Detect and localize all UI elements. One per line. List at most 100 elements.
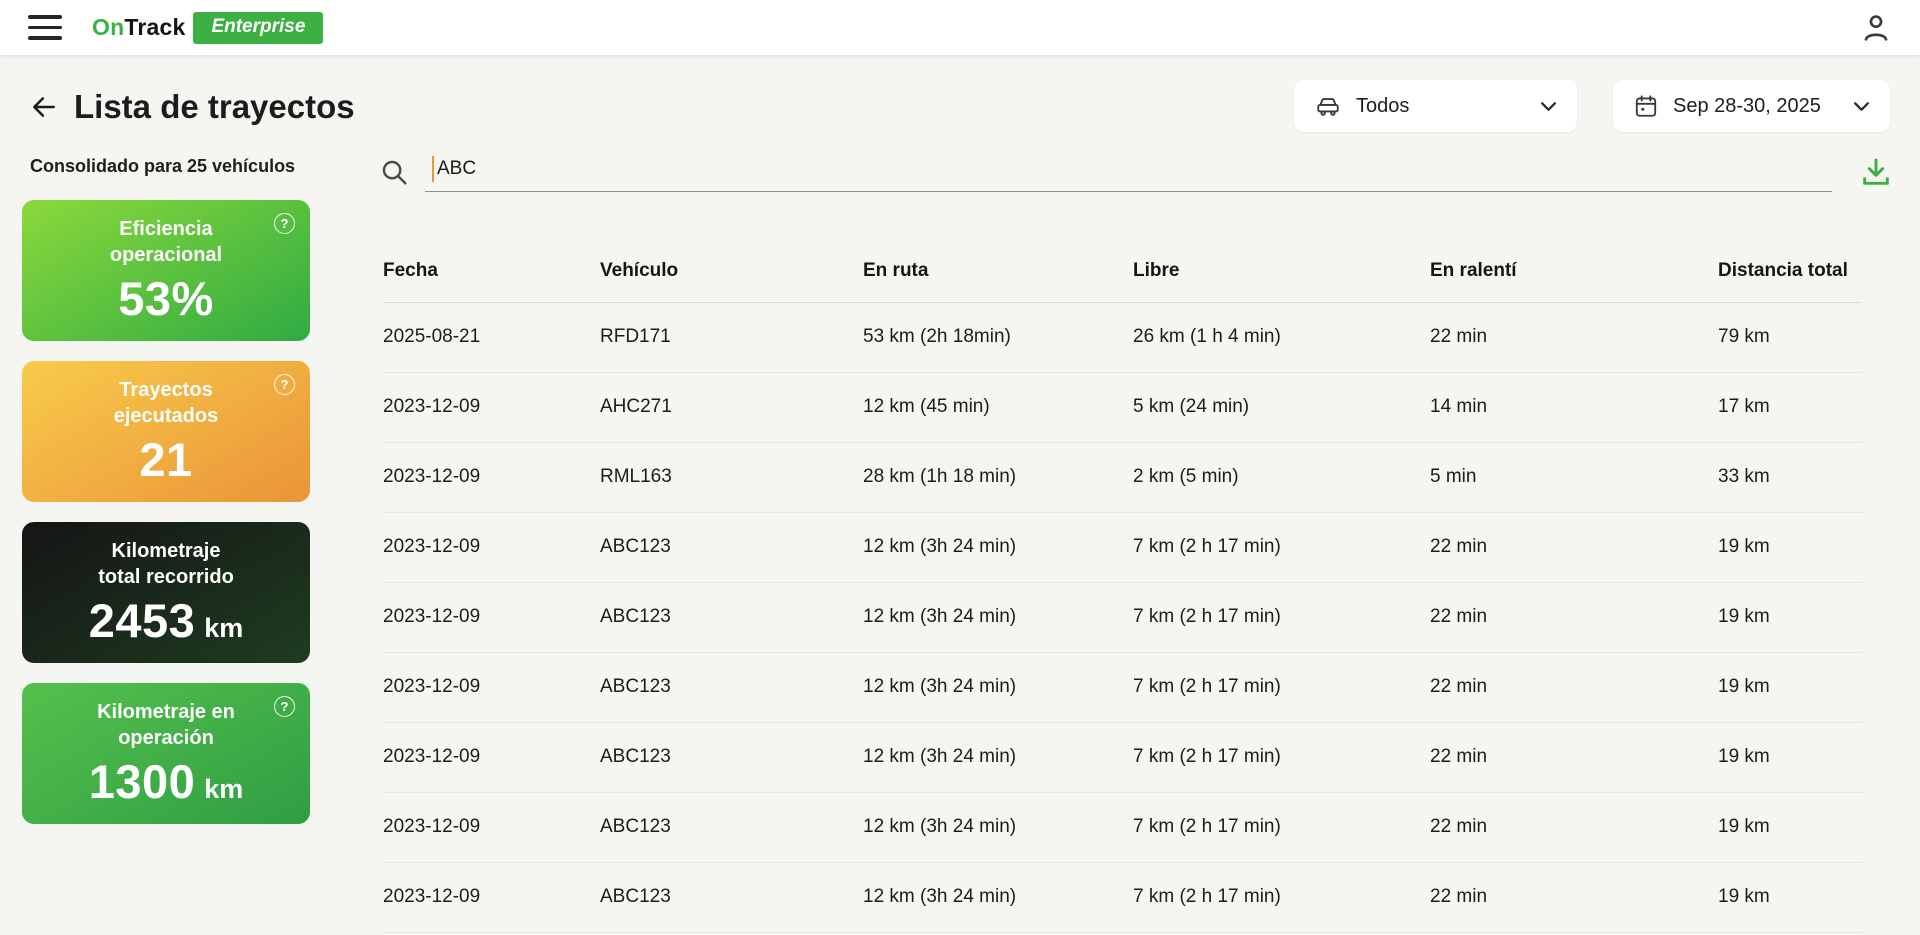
help-icon[interactable]: ? — [274, 696, 295, 717]
table-cell: 19 km — [1718, 792, 1862, 863]
table-row[interactable]: 2025-08-21 RFD171 53 km (2h 18min) 26 km (1… — [383, 302, 1862, 373]
kpi-cards: ? Eficiencia operacional 53% ? Trayectos e… — [22, 200, 310, 824]
kpi-card: Kilometraje total recorrido 2453 km — [22, 522, 310, 663]
kpi-card-unit: km — [204, 613, 244, 644]
search-icon — [379, 157, 409, 187]
search-input-wrap — [425, 152, 1832, 192]
table-cell: RFD171 — [600, 302, 863, 373]
table-cell: 2025-08-21 — [383, 302, 600, 373]
table-cell: 2023-12-09 — [383, 862, 600, 933]
table-cell: 2023-12-09 — [383, 582, 600, 653]
enterprise-badge: Enterprise — [193, 11, 324, 44]
trip-table: Fecha Vehículo En ruta Libre En ralentí … — [383, 240, 1862, 933]
back-button[interactable] — [30, 93, 58, 121]
table-cell: 26 km (1 h 4 min) — [1133, 302, 1430, 373]
table-cell: ABC123 — [600, 862, 863, 933]
kpi-card-title: Kilometraje total recorrido — [98, 539, 234, 588]
table-cell: 12 km (3h 24 min) — [863, 792, 1133, 863]
kpi-card: ? Kilometraje en operación 1300 km — [22, 683, 310, 824]
kpi-card-value: 2453 — [88, 594, 196, 648]
filters: Todos Sep 28-30, 2025 — [1294, 80, 1890, 132]
table-cell: 19 km — [1718, 862, 1862, 933]
kpi-card-title: Kilometraje en operación — [97, 700, 235, 749]
table-row[interactable]: 2023-12-09 ABC123 12 km (3h 24 min) 7 km (2… — [383, 722, 1862, 793]
table-cell: ABC123 — [600, 722, 863, 793]
column-header-en-ruta: En ruta — [863, 240, 1133, 303]
table-cell: 17 km — [1718, 372, 1862, 443]
kpi-card-title: Trayectos ejecutados — [113, 378, 219, 427]
table-row[interactable]: 2023-12-09 AHC271 12 km (45 min) 5 km (24 m… — [383, 372, 1862, 443]
kpi-card-value-row: 2453 km — [89, 593, 244, 648]
table-cell: 19 km — [1718, 652, 1862, 723]
profile-button[interactable] — [1860, 12, 1892, 44]
chevron-down-icon — [1853, 101, 1870, 112]
table-cell: 2023-12-09 — [383, 512, 600, 583]
table-row[interactable]: 2023-12-09 ABC123 12 km (3h 24 min) 7 km (2… — [383, 862, 1862, 933]
vehicle-icon — [1317, 98, 1339, 116]
table-cell: ABC123 — [600, 792, 863, 863]
table-cell: 12 km (3h 24 min) — [863, 512, 1133, 583]
column-header-libre: Libre — [1133, 240, 1430, 303]
table-cell: 5 km (24 min) — [1133, 372, 1430, 443]
kpi-card-value: 53% — [118, 272, 214, 326]
help-icon[interactable]: ? — [274, 213, 295, 234]
table-row[interactable]: 2023-12-09 RML163 28 km (1h 18 min) 2 km (5… — [383, 442, 1862, 513]
date-range-picker[interactable]: Sep 28-30, 2025 — [1613, 80, 1890, 132]
table-cell: 14 min — [1430, 372, 1718, 443]
table-cell: 2023-12-09 — [383, 792, 600, 863]
page-head: Lista de trayectos — [30, 88, 355, 126]
table-cell: 53 km (2h 18min) — [863, 302, 1133, 373]
table-cell: 7 km (2 h 17 min) — [1133, 722, 1430, 793]
table-cell: 12 km (3h 24 min) — [863, 862, 1133, 933]
kpi-card-value-row: 21 — [139, 432, 192, 487]
table-cell: 22 min — [1430, 302, 1718, 373]
column-header-fecha: Fecha — [383, 240, 600, 303]
column-header-vehiculo: Vehículo — [600, 240, 863, 303]
vehicle-filter-label: Todos — [1356, 94, 1410, 117]
table-cell: 22 min — [1430, 722, 1718, 793]
brand-logo: On Track Enterprise — [92, 11, 324, 44]
fleet-summary: Consolidado para 25 vehículos — [30, 156, 296, 176]
table-row[interactable]: 2023-12-09 ABC123 12 km (3h 24 min) 7 km (2… — [383, 512, 1862, 583]
download-button[interactable] — [1860, 156, 1892, 188]
text-caret — [432, 156, 434, 182]
search-row — [379, 152, 1892, 192]
help-icon[interactable]: ? — [274, 374, 295, 395]
calendar-icon — [1635, 95, 1657, 117]
brand-track: Track — [124, 14, 186, 40]
table-row[interactable]: 2023-12-09 ABC123 12 km (3h 24 min) 7 km (2… — [383, 792, 1862, 863]
table-row[interactable]: 2023-12-09 ABC123 12 km (3h 24 min) 7 km (2… — [383, 582, 1862, 653]
table-cell: 12 km (3h 24 min) — [863, 652, 1133, 723]
date-range-label: Sep 28-30, 2025 — [1673, 94, 1821, 117]
table-row[interactable]: 2023-12-09 ABC123 12 km (3h 24 min) 7 km (2… — [383, 652, 1862, 723]
column-header-en-ralenti: En ralentí — [1430, 240, 1718, 303]
table-header-row: Fecha Vehículo En ruta Libre En ralentí … — [383, 240, 1862, 303]
table-cell: 22 min — [1430, 512, 1718, 583]
table-cell: 22 min — [1430, 582, 1718, 653]
back-arrow-icon — [33, 97, 55, 117]
table-cell: 28 km (1h 18 min) — [863, 442, 1133, 513]
table-cell: ABC123 — [600, 652, 863, 723]
search-input[interactable] — [425, 152, 1832, 192]
kpi-card-value-row: 53% — [118, 271, 214, 326]
table-cell: 22 min — [1430, 862, 1718, 933]
table-cell: 7 km (2 h 17 min) — [1133, 862, 1430, 933]
kpi-card-unit: km — [204, 774, 244, 805]
table-cell: AHC271 — [600, 372, 863, 443]
brand-on: On — [92, 14, 125, 40]
table-cell: 33 km — [1718, 442, 1862, 513]
kpi-card-title: Eficiencia operacional — [109, 217, 223, 266]
trip-table-body: 2025-08-21 RFD171 53 km (2h 18min) 26 km (1… — [383, 302, 1862, 933]
chevron-down-icon — [1540, 101, 1557, 112]
table-cell: 7 km (2 h 17 min) — [1133, 512, 1430, 583]
column-header-distancia-total: Distancia total — [1718, 240, 1862, 303]
table-cell: 7 km (2 h 17 min) — [1133, 652, 1430, 723]
table-cell: 5 min — [1430, 442, 1718, 513]
table-cell: 2023-12-09 — [383, 442, 600, 513]
table-cell: 19 km — [1718, 722, 1862, 793]
download-icon — [1863, 158, 1889, 185]
kpi-card-value: 21 — [139, 433, 193, 487]
menu-icon[interactable] — [28, 15, 62, 40]
table-cell: 7 km (2 h 17 min) — [1133, 792, 1430, 863]
vehicle-filter-dropdown[interactable]: Todos — [1294, 80, 1577, 132]
